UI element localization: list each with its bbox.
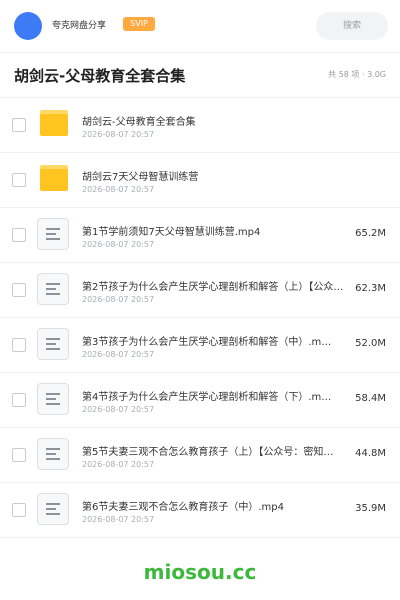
select-checkbox[interactable] <box>12 283 26 297</box>
item-name: 第1节学前须知7天父母智慧训练营.mp4 <box>82 227 261 238</box>
document-icon <box>37 438 69 470</box>
select-checkbox[interactable] <box>12 118 26 132</box>
list-item[interactable]: 第6节夫妻三观不合怎么教育孩子（中）.mp4 2026-08-07 20:57 35… <box>0 483 400 538</box>
file-list: 胡剑云-父母教育全套合集 2026-08-07 20:57 胡剑云7天父母智慧训练营… <box>0 98 400 538</box>
item-size: 62.3M <box>355 283 386 294</box>
item-name: 第6节夫妻三观不合怎么教育孩子（中）.mp4 <box>82 502 284 513</box>
item-name: 第3节孩子为什么会产生厌学心理剖析和解答（中）.m… <box>82 337 332 348</box>
list-item[interactable]: 第2节孩子为什么会产生厌学心理剖析和解答（上）【公众号：密知… 2026-08-0… <box>0 263 400 318</box>
item-name: 第5节夫妻三观不合怎么教育孩子（上）【公众号：密知… <box>82 447 334 458</box>
select-checkbox[interactable] <box>12 173 26 187</box>
folder-icon <box>40 110 68 136</box>
title-bar: 胡剑云-父母教育全套合集 共 58 项 · 3.0G <box>0 53 400 98</box>
item-name: 胡剑云-父母教育全套合集 <box>82 117 196 128</box>
item-date: 2026-08-07 20:57 <box>82 295 155 304</box>
page-title: 胡剑云-父母教育全套合集 <box>14 67 186 85</box>
list-item[interactable]: 胡剑云-父母教育全套合集 2026-08-07 20:57 <box>0 98 400 153</box>
item-date: 2026-08-07 20:57 <box>82 515 155 524</box>
watermark: miosou.cc <box>143 560 257 584</box>
list-item[interactable]: 第4节孩子为什么会产生厌学心理剖析和解答（下）.m… 2026-08-07 20:… <box>0 373 400 428</box>
document-icon <box>37 273 69 305</box>
item-size: 35.9M <box>355 503 386 514</box>
item-date: 2026-08-07 20:57 <box>82 460 155 469</box>
top-bar: 夸克网盘分享 SVIP 搜索 <box>0 0 400 53</box>
item-name: 第2节孩子为什么会产生厌学心理剖析和解答（上）【公众号：密知… <box>82 282 352 293</box>
item-date: 2026-08-07 20:57 <box>82 405 155 414</box>
search-button[interactable]: 搜索 <box>316 12 388 40</box>
document-icon <box>37 328 69 360</box>
item-date: 2026-08-07 20:57 <box>82 130 155 139</box>
document-icon <box>37 493 69 525</box>
item-summary: 共 58 项 · 3.0G <box>328 70 386 79</box>
select-checkbox[interactable] <box>12 503 26 517</box>
folder-icon <box>40 165 68 191</box>
select-checkbox[interactable] <box>12 228 26 242</box>
item-size: 44.8M <box>355 448 386 459</box>
select-checkbox[interactable] <box>12 338 26 352</box>
list-item[interactable]: 第5节夫妻三观不合怎么教育孩子（上）【公众号：密知… 2026-08-07 20:… <box>0 428 400 483</box>
avatar[interactable] <box>14 12 42 40</box>
list-item[interactable]: 第1节学前须知7天父母智慧训练营.mp4 2026-08-07 20:57 65.2… <box>0 208 400 263</box>
item-name: 胡剑云7天父母智慧训练营 <box>82 172 199 183</box>
list-item[interactable]: 胡剑云7天父母智慧训练营 2026-08-07 20:57 <box>0 153 400 208</box>
svip-badge: SVIP <box>123 17 155 31</box>
item-size: 65.2M <box>355 228 386 239</box>
item-date: 2026-08-07 20:57 <box>82 350 155 359</box>
item-size: 58.4M <box>355 393 386 404</box>
select-checkbox[interactable] <box>12 448 26 462</box>
document-icon <box>37 218 69 250</box>
item-name: 第4节孩子为什么会产生厌学心理剖析和解答（下）.m… <box>82 392 332 403</box>
item-size: 52.0M <box>355 338 386 349</box>
select-checkbox[interactable] <box>12 393 26 407</box>
list-item[interactable]: 第3节孩子为什么会产生厌学心理剖析和解答（中）.m… 2026-08-07 20:… <box>0 318 400 373</box>
item-date: 2026-08-07 20:57 <box>82 240 155 249</box>
item-date: 2026-08-07 20:57 <box>82 185 155 194</box>
app-name: 夸克网盘分享 <box>52 21 107 31</box>
document-icon <box>37 383 69 415</box>
